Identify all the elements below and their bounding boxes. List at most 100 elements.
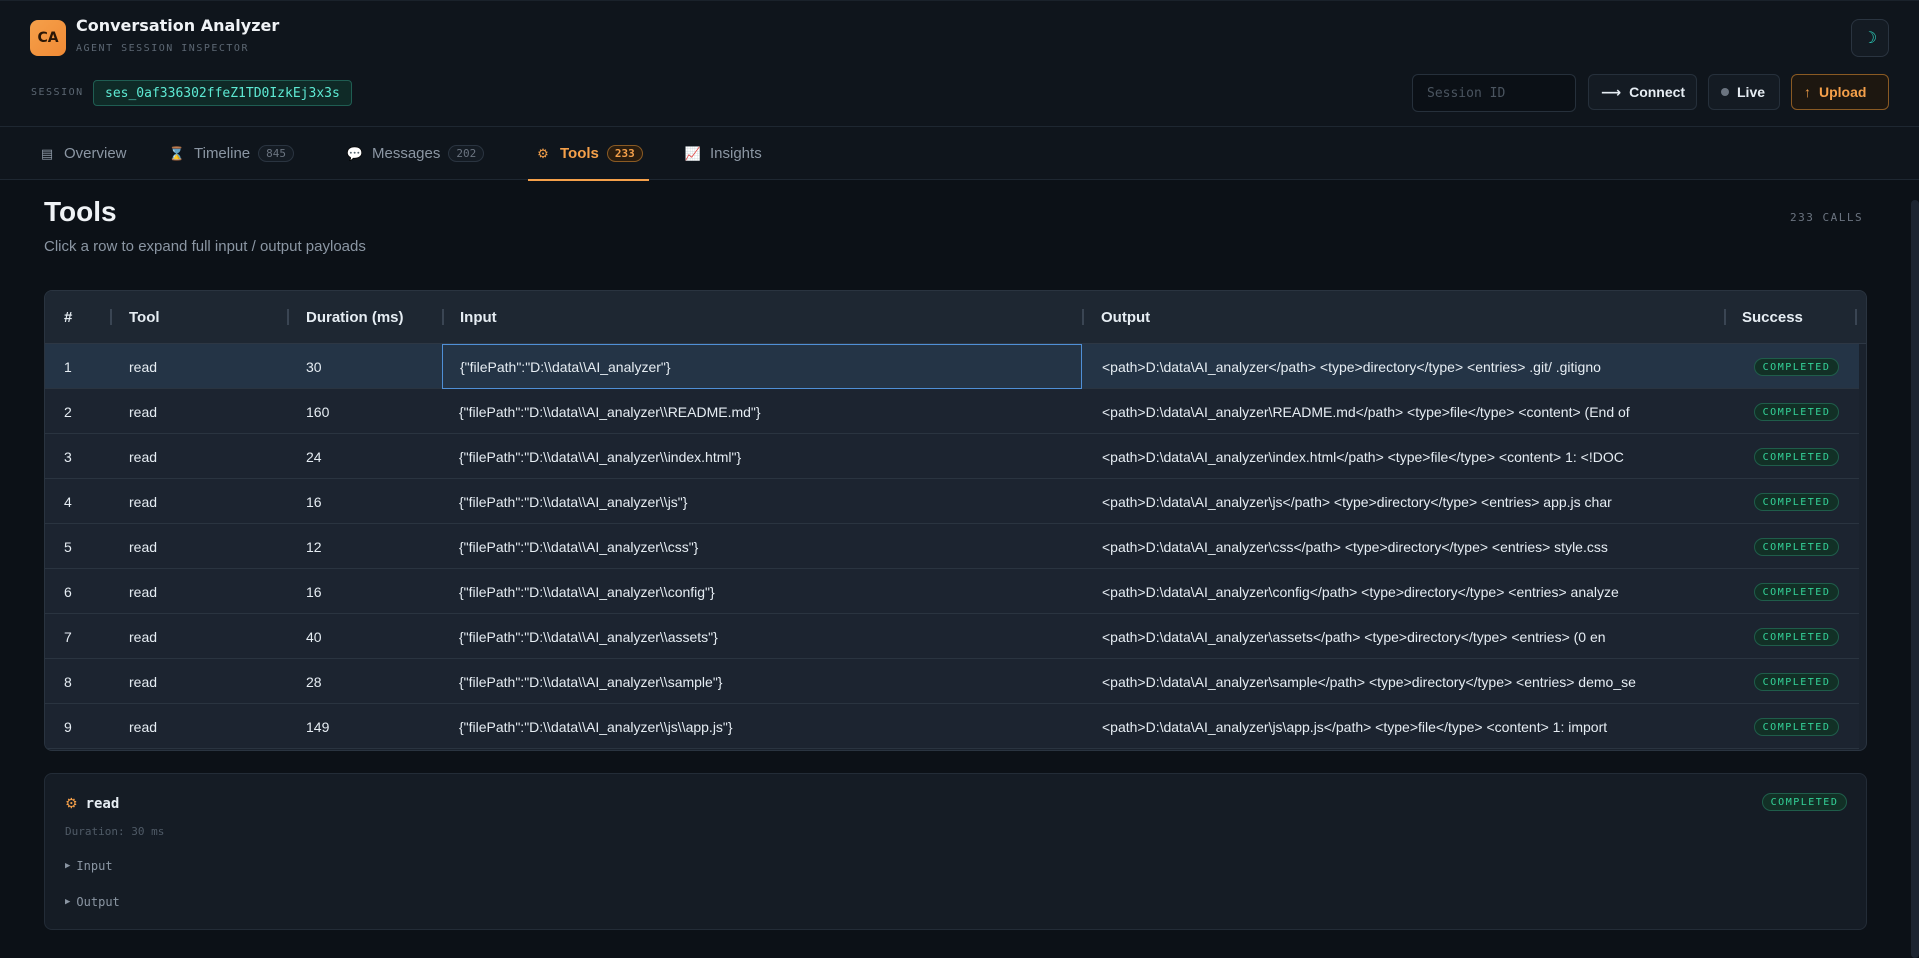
session-id-chip[interactable]: ses_0af336302ffeZ1TD0IzkEj3x3s — [93, 80, 352, 106]
cell-number: 5 — [64, 538, 72, 555]
cell-duration: 30 — [306, 358, 322, 375]
column-resize-handle[interactable] — [287, 309, 289, 325]
cell-tool: read — [129, 493, 158, 510]
column-resize-handle[interactable] — [1855, 309, 1857, 325]
table-row[interactable]: 4 read 16 {"filePath":"D:\\data\\AI_analyze… — [45, 479, 1859, 524]
triangle-right-icon: ▶ — [65, 897, 71, 907]
arrow-right-icon: ⟶ — [1601, 83, 1622, 100]
cell-tool: read — [129, 403, 158, 420]
cell-input[interactable]: {"filePath":"D:\\data\\AI_analyzer\\asse… — [442, 614, 1082, 659]
overview-icon: ▤ — [40, 145, 54, 161]
hourglass-icon: ⌛ — [168, 145, 186, 161]
status-badge: COMPLETED — [1754, 718, 1839, 736]
column-resize-handle[interactable] — [442, 309, 444, 325]
cell-output[interactable]: <path>D:\data\AI_analyzer\README.md</pat… — [1102, 389, 1712, 434]
cell-output[interactable]: <path>D:\data\AI_analyzer\js</path> <typ… — [1102, 479, 1712, 524]
cell-number: 4 — [64, 493, 72, 510]
cell-duration: 160 — [306, 403, 330, 420]
tab-messages[interactable]: 💬 Messages 202 — [346, 127, 485, 180]
detail-duration: Duration: 30 ms — [65, 825, 165, 838]
cell-number: 3 — [64, 448, 72, 465]
tab-bar: ▤ Overview ⌛ Timeline 845 💬 Messages 202… — [0, 127, 1919, 181]
cell-duration: 24 — [306, 448, 322, 465]
table-row[interactable]: 8 read 28 {"filePath":"D:\\data\\AI_analyze… — [45, 659, 1859, 704]
cell-output[interactable]: <path>D:\data\AI_analyzer\assets</path> … — [1102, 614, 1712, 659]
cell-duration: 16 — [306, 583, 322, 600]
tab-insights-label: Insights — [710, 145, 762, 162]
column-header-duration[interactable]: Duration (ms) — [306, 291, 404, 344]
cell-number: 7 — [64, 628, 72, 645]
gear-icon: ⚙ — [537, 145, 549, 161]
page-subtitle: Click a row to expand full input / outpu… — [44, 238, 366, 255]
column-resize-handle[interactable] — [1082, 309, 1084, 325]
cell-tool: read — [129, 538, 158, 555]
cell-tool: read — [129, 628, 158, 645]
cell-input[interactable]: {"filePath":"D:\\data\\AI_analyzer\\inde… — [442, 434, 1082, 479]
cell-output[interactable]: <path>D:\data\AI_analyzer</path> <type>d… — [1102, 344, 1712, 389]
cell-input[interactable]: {"filePath":"D:\\data\\AI_analyzer\\READ… — [442, 389, 1082, 434]
app-header: CA Conversation Analyzer AGENT SESSION I… — [0, 0, 1919, 127]
table-row[interactable]: 5 read 12 {"filePath":"D:\\data\\AI_analyze… — [45, 524, 1859, 569]
tab-tools-count: 233 — [606, 145, 643, 162]
theme-toggle-button[interactable]: ☽ — [1851, 19, 1889, 57]
output-disclosure[interactable]: ▶ Output — [65, 895, 120, 909]
cell-duration: 40 — [306, 628, 322, 645]
cell-output[interactable]: <path>D:\data\AI_analyzer\config</path> … — [1102, 569, 1712, 614]
session-label: SESSION — [31, 87, 84, 98]
cell-duration: 28 — [306, 673, 322, 690]
app-subtitle: AGENT SESSION INSPECTOR — [76, 43, 249, 54]
chart-icon: 📈 — [684, 145, 702, 161]
tab-timeline-count: 845 — [258, 145, 295, 162]
table-row[interactable]: 7 read 40 {"filePath":"D:\\data\\AI_analyze… — [45, 614, 1859, 659]
cell-output[interactable]: <path>D:\data\AI_analyzer\css</path> <ty… — [1102, 524, 1712, 569]
input-disclosure[interactable]: ▶ Input — [65, 859, 113, 873]
gear-icon: ⚙ — [65, 795, 78, 811]
page-title: Tools — [44, 196, 117, 227]
cell-tool: read — [129, 718, 158, 735]
cell-tool: read — [129, 583, 158, 600]
calls-count: 233 CALLS — [1790, 211, 1864, 224]
app-logo: CA — [30, 20, 66, 56]
tab-overview[interactable]: ▤ Overview — [38, 127, 127, 180]
column-header-success[interactable]: Success — [1742, 291, 1803, 344]
live-label: Live — [1737, 84, 1766, 100]
column-header-output[interactable]: Output — [1101, 291, 1150, 344]
column-resize-handle[interactable] — [1724, 309, 1726, 325]
tab-insights[interactable]: 📈 Insights — [684, 127, 762, 180]
cell-output[interactable]: <path>D:\data\AI_analyzer\sample</path> … — [1102, 659, 1712, 704]
tab-tools[interactable]: ⚙ Tools 233 — [528, 127, 649, 181]
tab-messages-count: 202 — [448, 145, 485, 162]
page-scrollbar[interactable] — [1911, 200, 1919, 958]
table-row[interactable]: 6 read 16 {"filePath":"D:\\data\\AI_analyze… — [45, 569, 1859, 614]
status-badge: COMPLETED — [1754, 538, 1839, 556]
column-header-number[interactable]: # — [64, 291, 72, 344]
cell-input[interactable]: {"filePath":"D:\\data\\AI_analyzer\\conf… — [442, 569, 1082, 614]
live-button[interactable]: Live — [1708, 74, 1780, 110]
connect-button[interactable]: ⟶ Connect — [1588, 74, 1697, 110]
cell-number: 9 — [64, 718, 72, 735]
detail-status-badge: COMPLETED — [1762, 793, 1847, 811]
upload-arrow-icon: ↑ — [1804, 84, 1811, 100]
session-id-input[interactable] — [1412, 74, 1576, 112]
table-row[interactable]: 3 read 24 {"filePath":"D:\\data\\AI_analyze… — [45, 434, 1859, 479]
cell-input[interactable]: {"filePath":"D:\\data\\AI_analyzer\\js"} — [442, 479, 1082, 524]
cell-input[interactable]: {"filePath":"D:\\data\\AI_analyzer"} — [442, 344, 1082, 389]
connect-label: Connect — [1629, 84, 1686, 100]
cell-number: 2 — [64, 403, 72, 420]
column-resize-handle[interactable] — [110, 309, 112, 325]
table-row[interactable]: 9 read 149 {"filePath":"D:\\data\\AI_analyz… — [45, 704, 1859, 749]
cell-input[interactable]: {"filePath":"D:\\data\\AI_analyzer\\js\\… — [442, 704, 1082, 749]
cell-input[interactable]: {"filePath":"D:\\data\\AI_analyzer\\css"… — [442, 524, 1082, 569]
column-header-input[interactable]: Input — [460, 291, 497, 344]
cell-input[interactable]: {"filePath":"D:\\data\\AI_analyzer\\samp… — [442, 659, 1082, 704]
tab-timeline[interactable]: ⌛ Timeline 845 — [168, 127, 295, 180]
table-row[interactable]: 1 read 30 {"filePath":"D:\\data\\AI_analyze… — [45, 344, 1859, 389]
column-header-tool[interactable]: Tool — [129, 291, 160, 344]
cell-duration: 16 — [306, 493, 322, 510]
cell-output[interactable]: <path>D:\data\AI_analyzer\index.html</pa… — [1102, 434, 1712, 479]
cell-tool: read — [129, 448, 158, 465]
table-row[interactable]: 2 read 160 {"filePath":"D:\\data\\AI_analyz… — [45, 389, 1859, 434]
upload-button[interactable]: ↑ Upload — [1791, 74, 1889, 110]
cell-output[interactable]: <path>D:\data\AI_analyzer\js\app.js</pat… — [1102, 704, 1712, 749]
triangle-right-icon: ▶ — [65, 861, 71, 871]
